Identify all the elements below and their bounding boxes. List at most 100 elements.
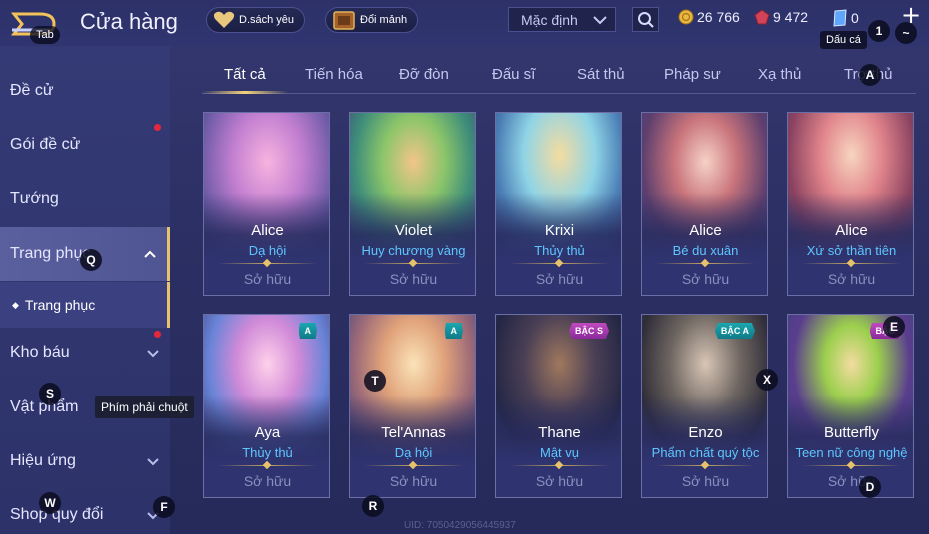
tab-all[interactable]: Tất cả <box>224 66 266 83</box>
tab-evolution[interactable]: Tiến hóa <box>305 66 363 83</box>
skin-card[interactable]: Alice Dạ hội Sở hữu <box>203 112 330 296</box>
key-hint-w: W <box>39 492 61 514</box>
wishlist-button[interactable]: D.sách yêu <box>206 7 306 33</box>
diamond-amount: 9 472 <box>773 9 809 25</box>
skin-card[interactable]: A Tel'Annas Dạ hội Sở hữu <box>349 314 476 498</box>
hero-name: Alice <box>251 222 284 239</box>
sidebar-subitem-skins[interactable]: ◆ Trang phục <box>0 282 170 328</box>
skin-card[interactable]: BẬC S Thane Mật vụ Sở hữu <box>495 314 622 498</box>
skin-name: Mật vụ <box>539 445 579 460</box>
hero-name: Alice <box>835 222 868 239</box>
wishlist-label: D.sách yêu <box>239 14 295 26</box>
key-hint-tilde: ~ <box>895 22 917 44</box>
tab-assassin[interactable]: Sát thủ <box>577 66 625 83</box>
hero-name: Krixi <box>544 222 575 239</box>
hero-name: Enzo <box>688 424 723 441</box>
tier-badge: BẬC S <box>568 323 609 339</box>
tab-tank[interactable]: Đỡ đòn <box>399 66 449 83</box>
gold-amount: 26 766 <box>697 9 740 25</box>
owned-status: Sở hữu <box>681 271 730 287</box>
skin-name: Teen nữ công nghệ <box>795 445 908 460</box>
key-hint-e: E <box>883 316 905 338</box>
hero-name: Aya <box>254 424 281 441</box>
owned-status: Sở hữu <box>827 271 876 287</box>
key-hint-1: 1 <box>868 20 890 42</box>
key-hint-x: X <box>756 369 778 391</box>
chevron-up-icon <box>144 250 156 258</box>
hero-name: Violet <box>394 222 433 239</box>
hero-name: Alice <box>689 222 722 239</box>
skin-name: Dạ hội <box>394 445 433 460</box>
gold-currency: 26 766 <box>678 9 740 25</box>
owned-status: Sở hữu <box>827 473 876 489</box>
chevron-down-icon <box>593 15 607 24</box>
sidebar-item-heroes[interactable]: Tướng <box>0 172 170 226</box>
sidebar-item-recommended[interactable]: Đề cử <box>0 64 170 118</box>
skin-name: Bé du xuân <box>672 243 739 258</box>
search-icon <box>637 11 654 28</box>
skin-name: Dạ hội <box>248 243 287 258</box>
right-click-tooltip: Phím phải chuột <box>95 396 194 418</box>
tilde-tooltip: Dấu cá <box>820 31 867 49</box>
notification-dot <box>154 124 161 131</box>
sort-selected-value: Mặc định <box>521 11 578 28</box>
skin-card[interactable]: Alice Xứ sở thần tiên Sở hữu <box>787 112 914 296</box>
skin-card[interactable]: Krixi Thủy thủ Sở hữu <box>495 112 622 296</box>
sidebar-item-treasure[interactable]: Kho báu <box>0 326 170 380</box>
diamond-bullet-icon: ◆ <box>12 299 19 310</box>
page-title: Cửa hàng <box>80 9 178 34</box>
tab-marksman[interactable]: Xạ thủ <box>758 66 801 83</box>
ruby-icon <box>754 9 770 25</box>
voucher-amount: 0 <box>851 10 859 26</box>
search-button[interactable] <box>632 7 659 32</box>
key-hint-d: D <box>859 476 881 498</box>
skin-card[interactable]: Violet Huy chương vàng Sở hữu <box>349 112 476 296</box>
skin-name: Thủy thủ <box>534 243 585 258</box>
key-hint-t: T <box>364 370 386 392</box>
key-hint-q: Q <box>80 249 102 271</box>
key-hint-r: R <box>362 495 384 517</box>
sidebar-item-exchange-shop[interactable]: Shop quy đổi <box>0 488 170 534</box>
owned-status: Sở hữu <box>243 271 292 287</box>
owned-status: Sở hữu <box>389 271 438 287</box>
skin-card[interactable]: Alice Bé du xuân Sở hữu <box>641 112 768 296</box>
hero-name: Tel'Annas <box>381 424 446 441</box>
key-hint-f: F <box>153 496 175 518</box>
heart-icon <box>213 11 235 29</box>
voucher-currency: 0 <box>832 9 859 27</box>
hero-name: Butterfly <box>823 424 880 441</box>
sidebar-item-label: Đề cử <box>10 82 54 99</box>
sort-select[interactable]: Mặc định <box>508 7 616 32</box>
tier-badge: A <box>444 323 463 339</box>
sidebar-item-label: Trang phục <box>10 245 91 262</box>
tier-badge: BẬC A <box>714 323 755 339</box>
exchange-label: Đổi mảnh <box>360 14 408 26</box>
sidebar-item-recommended-packs[interactable]: Gói đề cử <box>0 118 170 172</box>
owned-status: Sở hữu <box>243 473 292 489</box>
skin-name: Thủy thủ <box>242 445 293 460</box>
sidebar-subitem-label: Trang phục <box>24 297 96 313</box>
skin-card[interactable]: BẬC Butterfly Teen nữ công nghệ Sở hữu <box>787 314 914 498</box>
tab-fighter[interactable]: Đấu sĩ <box>492 66 535 83</box>
chest-icon <box>333 11 355 30</box>
chevron-down-icon <box>147 350 159 358</box>
skin-card[interactable]: A Aya Thủy thủ Sở hữu <box>203 314 330 498</box>
sidebar-item-label: Tướng <box>10 190 59 207</box>
active-tab-indicator <box>202 91 288 94</box>
skin-name: Phẩm chất quý tộc <box>651 445 760 460</box>
tier-badge: A <box>298 323 317 339</box>
skin-name: Huy chương vàng <box>361 243 466 258</box>
key-hint-a: A <box>859 64 881 86</box>
tab-mage[interactable]: Pháp sư <box>664 66 721 83</box>
hero-name: Thane <box>538 424 581 441</box>
sidebar-item-effects[interactable]: Hiệu ứng <box>0 434 170 488</box>
key-hint-s: S <box>39 383 61 405</box>
skin-card[interactable]: BẬC A Enzo Phẩm chất quý tộc Sở hữu <box>641 314 768 498</box>
tab-key-hint: Tab <box>30 26 60 44</box>
voucher-icon <box>833 9 847 27</box>
sidebar-item-label: Kho báu <box>10 344 70 361</box>
diamond-currency: 9 472 <box>754 9 808 25</box>
exchange-fragments-button[interactable]: Đổi mảnh <box>325 7 419 33</box>
skin-name: Xứ sở thần tiên <box>806 243 897 258</box>
owned-status: Sở hữu <box>535 473 584 489</box>
